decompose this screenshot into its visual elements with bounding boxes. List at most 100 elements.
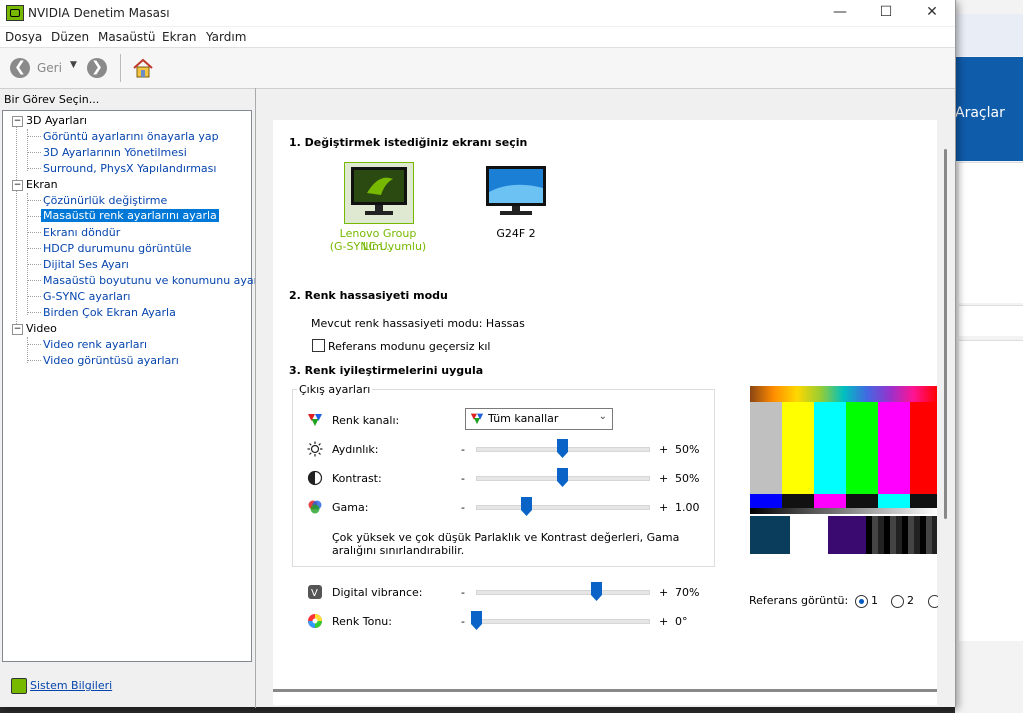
- home-icon[interactable]: [132, 57, 154, 79]
- digital-vibrance-label: Digital vibrance:: [332, 586, 423, 599]
- tree-cat-video[interactable]: Video: [26, 322, 57, 335]
- menu-dosya[interactable]: Dosya: [5, 30, 42, 44]
- hue-plus: +: [659, 615, 669, 628]
- tree-item-digital-audio[interactable]: Dijital Ses Ayarı: [43, 258, 129, 271]
- digital-vibrance-slider-thumb[interactable]: [591, 582, 603, 601]
- vertical-scroll-thumb[interactable]: [944, 149, 947, 519]
- background-panel: [959, 162, 1023, 303]
- toolbar: ❮ Geri ▼ ❯: [0, 48, 955, 89]
- back-history-dropdown[interactable]: ▼: [70, 60, 77, 70]
- tree-line: [27, 280, 41, 281]
- reference-image-label: Referans görüntü:: [749, 594, 849, 607]
- tree-line: [27, 152, 41, 153]
- brightness-icon: [307, 441, 323, 457]
- color-channel-select-icon: [470, 413, 484, 425]
- menu-masaustu[interactable]: Masaüstü: [98, 30, 155, 44]
- tree-line: [27, 264, 41, 265]
- hue-slider-thumb[interactable]: [471, 611, 482, 630]
- contrast-minus: -: [461, 472, 465, 485]
- tree-line: [27, 200, 41, 201]
- gamma-value: 1.00: [675, 501, 700, 514]
- contrast-value: 50%: [675, 472, 700, 485]
- tree-line: [27, 312, 41, 313]
- tree-line: [27, 216, 41, 217]
- tree-line: [27, 168, 41, 169]
- override-checkbox[interactable]: [312, 339, 325, 352]
- maximize-button[interactable]: ☐: [863, 0, 909, 26]
- settings-panel: 1. Değiştirmek istediğiniz ekranı seçin …: [273, 120, 941, 705]
- contrast-plus: +: [659, 472, 669, 485]
- minimize-button[interactable]: —: [817, 0, 863, 26]
- tree-cat-ekran[interactable]: Ekran: [26, 178, 58, 191]
- tree-line: [27, 136, 41, 137]
- brightness-slider-thumb[interactable]: [557, 439, 568, 458]
- color-channel-label: Renk kanalı:: [332, 414, 400, 427]
- brightness-plus: +: [659, 443, 669, 456]
- monitor-lenovo[interactable]: [344, 162, 414, 224]
- tree-item-multi-display[interactable]: Birden Çok Ekran Ayarla: [43, 306, 176, 319]
- close-button[interactable]: ✕: [909, 0, 955, 26]
- expander-3d[interactable]: −: [12, 116, 23, 127]
- background-panel: [959, 340, 1023, 641]
- tree-item-desktop-color[interactable]: Masaüstü renk ayarlarını ayarla: [41, 209, 219, 222]
- reference-radio-1[interactable]: [855, 595, 868, 608]
- menu-duzen[interactable]: Düzen: [51, 30, 89, 44]
- task-pane-heading: Bir Görev Seçin...: [4, 93, 100, 106]
- digital-vibrance-slider-track[interactable]: [476, 590, 650, 595]
- color-channel-value: Tüm kanallar: [488, 412, 559, 425]
- color-channel-icon: [308, 414, 322, 426]
- reference-pluge-row: [750, 516, 937, 554]
- contrast-slider-thumb[interactable]: [557, 468, 568, 487]
- system-info-link[interactable]: Sistem Bilgileri: [30, 679, 112, 692]
- chevron-down-icon: ⌄: [598, 411, 607, 422]
- hue-slider-track[interactable]: [476, 619, 650, 624]
- reference-color-bars: [750, 402, 937, 494]
- monitor-lenovo-icon: [351, 167, 407, 215]
- gamma-minus: -: [461, 501, 465, 514]
- brightness-minus: -: [461, 443, 465, 456]
- tree-item-video-color[interactable]: Video renk ayarları: [43, 338, 147, 351]
- contrast-label: Kontrast:: [332, 472, 382, 485]
- expander-video[interactable]: −: [12, 324, 23, 335]
- current-mode-text: Mevcut renk hassasiyeti modu: Hassas: [311, 317, 525, 330]
- main-content: · · · · · · · · · · · · · · · · · · · · …: [256, 89, 954, 707]
- override-label[interactable]: Referans modunu geçersiz kıl: [328, 340, 491, 353]
- tree-line: [27, 296, 41, 297]
- gamma-slider-track[interactable]: [476, 505, 650, 510]
- tree-item-3d-manage[interactable]: 3D Ayarlarının Yönetilmesi: [43, 146, 187, 159]
- expander-ekran[interactable]: −: [12, 180, 23, 191]
- gamma-slider-thumb[interactable]: [520, 497, 532, 516]
- back-button[interactable]: ❮: [10, 58, 30, 78]
- tree-item-gsync[interactable]: G-SYNC ayarları: [43, 290, 131, 303]
- digital-vibrance-minus: -: [461, 586, 465, 599]
- menu-ekran[interactable]: Ekran: [162, 30, 196, 44]
- tree-item-surround[interactable]: Surround, PhysX Yapılandırması: [43, 162, 216, 175]
- menu-yardim[interactable]: Yardım: [206, 30, 246, 44]
- back-label: Geri: [37, 61, 62, 75]
- hue-minus: -: [461, 615, 465, 628]
- reference-gradient-strip: [750, 386, 937, 402]
- digital-vibrance-value: 70%: [675, 586, 700, 599]
- tree-item-resolution[interactable]: Çözünürlük değiştirme: [43, 194, 167, 207]
- title-bar[interactable]: NVIDIA Denetim Masası — ☐ ✕: [0, 0, 955, 26]
- background-panel: [959, 305, 1023, 336]
- tree-item-preview[interactable]: Görüntü ayarlarını önayarla yap: [43, 130, 219, 143]
- forward-button[interactable]: ❯: [87, 58, 107, 78]
- tree-item-hdcp[interactable]: HDCP durumunu görüntüle: [43, 242, 191, 255]
- horizontal-scroll-indicator: [273, 689, 937, 692]
- tree-line: [27, 360, 41, 361]
- menu-bar: Dosya Düzen Masaüstü Ekran Yardım: [0, 27, 955, 48]
- nvidia-app-icon: [6, 5, 24, 21]
- nvidia-control-panel-window: NVIDIA Denetim Masası — ☐ ✕ Dosya Düzen …: [0, 0, 956, 708]
- reference-radio-2[interactable]: [891, 595, 904, 608]
- gamma-icon: [308, 500, 322, 514]
- tree-item-desktop-size[interactable]: Masaüstü boyutunu ve konumunu ayarla: [43, 274, 268, 287]
- color-channel-select[interactable]: Tüm kanallar ⌄: [465, 408, 613, 430]
- tree-item-rotate[interactable]: Ekranı döndür: [43, 226, 120, 239]
- tree-item-video-image[interactable]: Video görüntüsü ayarları: [43, 354, 179, 367]
- tree-cat-3d[interactable]: 3D Ayarları: [26, 114, 87, 127]
- contrast-icon: [307, 470, 323, 486]
- monitor-g24f[interactable]: [482, 162, 550, 222]
- hue-value: 0°: [675, 615, 688, 628]
- tree-line: [27, 344, 41, 345]
